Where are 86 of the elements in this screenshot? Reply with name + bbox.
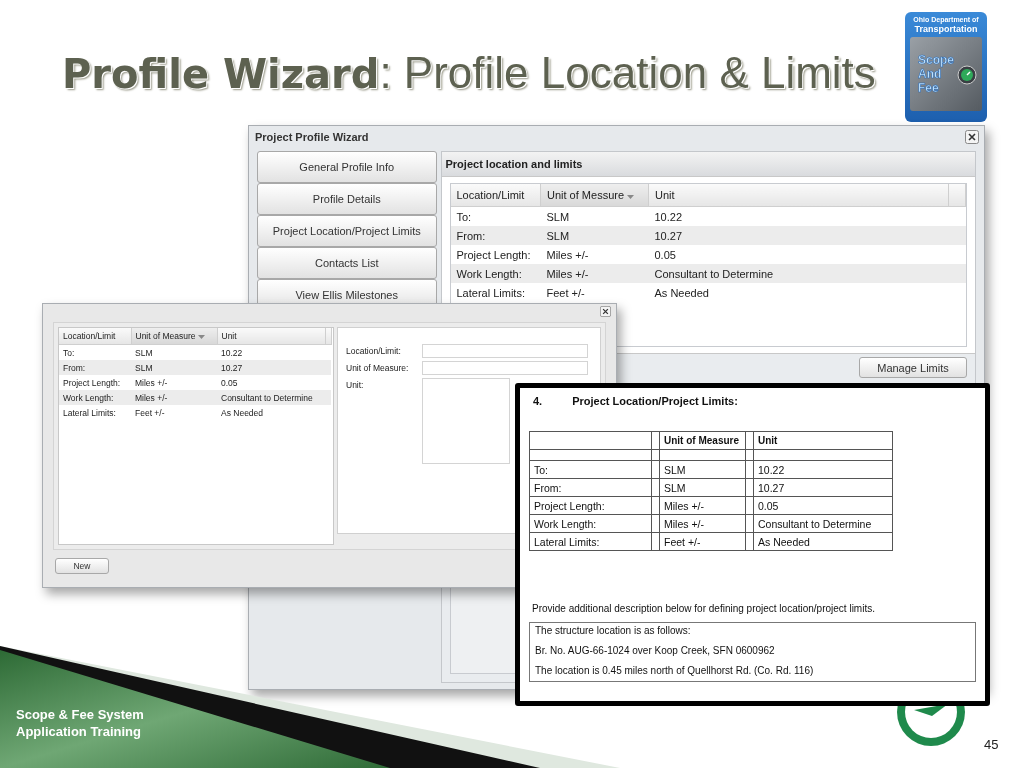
table-cell: 10.27	[654, 229, 683, 242]
table-cell: 0.05	[758, 499, 779, 512]
column-header[interactable]: Location/Limit	[59, 328, 131, 345]
table-cell: SLM	[664, 463, 686, 476]
description-line: The location is 0.45 miles north of Quellhorst Rd. (Co. Rd. 116)	[535, 665, 815, 676]
description-line: Br. No. AUG-66-1024 over Koop Creek, SFN 0600962	[535, 645, 776, 656]
manage-limits-button[interactable]: Manage Limits	[859, 357, 967, 378]
table-cell: 0.05	[221, 377, 238, 388]
table-cell: Project Length:	[63, 377, 121, 388]
table-cell: Consultant to Determine	[758, 517, 872, 530]
table-cell: From:	[456, 229, 486, 242]
nav-button[interactable]: Profile Details	[257, 183, 437, 215]
table-cell: As Needed	[221, 407, 264, 418]
table-cell: Feet +/-	[546, 286, 585, 299]
table-cell: As Needed	[654, 286, 709, 299]
table-cell: Lateral Limits:	[456, 286, 525, 299]
table-cell: Lateral Limits:	[534, 535, 600, 548]
logo-text: Scope	[918, 53, 954, 67]
table-cell: Work Length:	[534, 517, 597, 530]
table-cell: As Needed	[758, 535, 810, 548]
table-cell: From:	[534, 481, 562, 494]
table-cell: SLM	[546, 210, 570, 223]
input-field[interactable]	[422, 361, 588, 375]
table-cell: Consultant to Determine	[221, 392, 313, 403]
table-cell: Miles +/-	[546, 267, 589, 280]
table-cell: Consultant to Determine	[654, 267, 774, 280]
table-cell: 10.22	[758, 463, 785, 476]
section-heading: Project Location/Project Limits:	[572, 395, 738, 407]
table-cell: 10.27	[221, 362, 243, 373]
column-header[interactable]: Unit of Measure	[131, 328, 217, 345]
footer-text: Scope & Fee System	[16, 706, 144, 723]
table-cell: To:	[63, 347, 75, 358]
panel-title: Project location and limits	[445, 158, 583, 170]
input-field[interactable]	[422, 378, 510, 464]
instruction-text: Provide additional description below for defining project location/project limits.	[531, 603, 876, 614]
column-header[interactable]: Unit	[217, 328, 325, 345]
page-number: 45	[984, 737, 999, 752]
table-cell: SLM	[135, 362, 153, 373]
table-cell: Feet +/-	[664, 535, 701, 548]
column-header: Unit of Measure	[664, 435, 739, 446]
table-cell: SLM	[664, 481, 686, 494]
table-cell: SLM	[135, 347, 153, 358]
logo-text: Fee	[918, 81, 939, 95]
section-number: 4.	[533, 395, 543, 407]
dial-icon	[957, 65, 977, 85]
logo-text: And	[918, 67, 942, 81]
nav-button[interactable]: General Profile Info	[257, 151, 437, 183]
close-icon[interactable]	[965, 130, 979, 144]
footer-text: Application Training	[16, 723, 142, 740]
table-cell: 0.05	[654, 248, 676, 261]
table-cell: To:	[456, 210, 472, 223]
table-cell: 10.27	[758, 481, 785, 494]
table-cell: 10.22	[654, 210, 683, 223]
logo-text: Transportation	[914, 24, 978, 34]
nav-button[interactable]: Project Location/Project Limits	[257, 215, 437, 247]
table-cell: Work Length:	[63, 392, 114, 403]
sort-caret-icon	[627, 195, 635, 199]
window-title: Project Profile Wizard	[255, 131, 369, 143]
table-cell: From:	[63, 362, 86, 373]
nav-button[interactable]: Contacts List	[257, 247, 437, 279]
table-cell: Miles +/-	[546, 248, 589, 261]
column-header[interactable]: Unit of Messure	[540, 184, 649, 207]
table-cell: SLM	[546, 229, 570, 242]
description-line: The structure location is as follows:	[535, 625, 692, 636]
column-header: Unit	[758, 435, 778, 446]
table-cell: Project Length:	[456, 248, 531, 261]
table-cell: Miles +/-	[664, 499, 704, 512]
column-header[interactable]: Unit	[648, 184, 949, 207]
table-cell: Miles +/-	[664, 517, 704, 530]
table-cell: 10.22	[221, 347, 243, 358]
table-cell: Project Length:	[534, 499, 605, 512]
slide-title: Profile Wizard: Profile Location & Limits	[62, 48, 876, 98]
sort-caret-icon	[197, 335, 205, 339]
table-cell: Lateral Limits:	[63, 407, 116, 418]
table-cell: Work Length:	[456, 267, 522, 280]
table-cell: Feet +/-	[135, 407, 165, 418]
field-label: Unit:	[346, 379, 365, 392]
table-cell: To:	[534, 463, 548, 476]
field-label: Unit of Measure:	[346, 362, 410, 375]
column-header[interactable]: Location/Limit	[450, 184, 541, 207]
table-cell: Miles +/-	[135, 377, 168, 388]
input-field[interactable]	[422, 344, 588, 358]
table-cell: Miles +/-	[135, 392, 168, 403]
close-icon[interactable]	[600, 305, 611, 317]
field-label: Location/Limit:	[346, 345, 402, 358]
new-button[interactable]: New	[55, 558, 109, 574]
